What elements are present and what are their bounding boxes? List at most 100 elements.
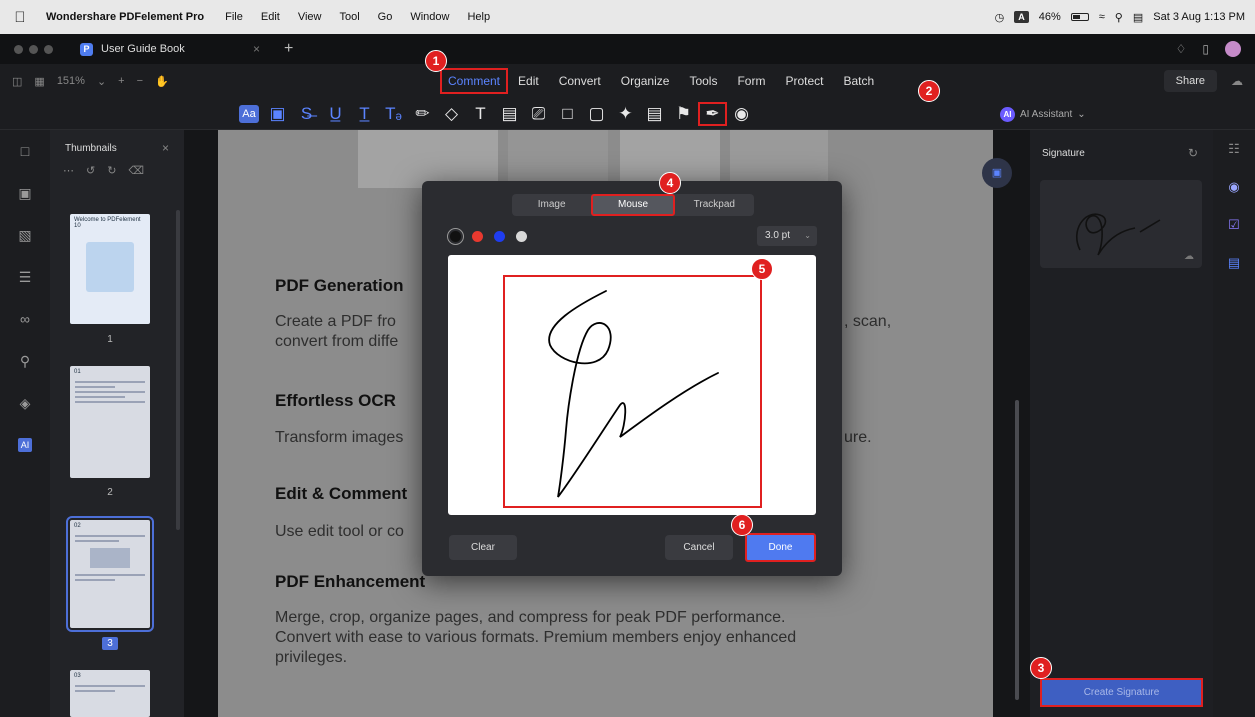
tab-form[interactable]: Form [727,68,775,94]
time-machine-icon[interactable]: ◷ [995,11,1005,24]
tab-organize[interactable]: Organize [611,68,680,94]
text-icon[interactable]: T [466,102,495,126]
stamp-icon[interactable]: ⚑ [669,102,698,126]
device-icon[interactable]: ▯ [1202,42,1209,56]
cancel-button[interactable]: Cancel [665,535,733,560]
eye-icon[interactable]: ◉ [727,102,756,126]
zoom-value[interactable]: 151% [57,75,85,87]
more-icon[interactable]: ⋯ [63,164,74,177]
control-center-icon[interactable]: ▤ [1133,11,1143,24]
zoom-dropdown-icon[interactable]: ⌄ [97,75,106,88]
search-icon[interactable]: ⚲ [0,340,50,382]
strikethrough-icon[interactable]: S̶ [292,102,321,126]
app-menu[interactable]: Wondershare PDFelement Pro [40,11,216,23]
tab-batch[interactable]: Batch [833,68,884,94]
file-check-icon[interactable]: ☑ [1213,206,1255,244]
thumbnail-page-1[interactable]: Welcome to PDFelement 10 [70,214,150,324]
shape-icon[interactable]: ▢ [582,102,611,126]
area-icon[interactable]: ▣ [263,102,292,126]
tab-tools[interactable]: Tools [679,68,727,94]
share-button[interactable]: Share [1163,70,1217,92]
menu-edit[interactable]: Edit [252,11,289,23]
done-button[interactable]: Done [745,533,816,562]
document-tab[interactable]: P User Guide Book × [70,34,270,64]
apple-icon[interactable]:  [0,9,40,26]
color-red[interactable] [472,231,483,242]
rotate-right-icon[interactable]: ↻ [107,164,116,177]
translate-icon[interactable]: ▤ [1213,244,1255,282]
menu-window[interactable]: Window [401,11,458,23]
tab-convert[interactable]: Convert [549,68,611,94]
pen-size-select[interactable]: 3.0 pt ⌄ [757,226,817,246]
color-blue[interactable] [494,231,505,242]
close-icon[interactable]: × [162,141,169,155]
panel-toggle-icon[interactable]: ◫ [12,75,22,88]
spotlight-icon[interactable]: ⚲ [1115,11,1123,24]
tab-comment[interactable]: Comment [440,68,509,94]
thumbnails-scrollbar[interactable] [176,210,180,530]
attachment-icon[interactable]: ∞ [0,298,50,340]
tab-image[interactable]: Image [512,194,591,216]
menu-file[interactable]: File [216,11,252,23]
floating-tool-icon[interactable]: ▣ [982,158,1012,188]
menu-help[interactable]: Help [458,11,499,23]
close-tab-icon[interactable]: × [253,42,260,56]
rotate-left-icon[interactable]: ↺ [86,164,95,177]
chat-icon[interactable]: ◉ [1213,168,1255,206]
battery-icon[interactable] [1070,13,1089,21]
clear-button[interactable]: Clear [449,535,517,560]
input-source-icon[interactable]: A [1014,11,1029,23]
thumbnails-icon[interactable]: □ [0,130,50,172]
pin-icon[interactable]: ✦ [611,102,640,126]
tab-mouse[interactable]: Mouse [591,194,675,216]
refresh-icon[interactable]: ↻ [1188,146,1198,160]
pages-icon[interactable]: ☰ [0,256,50,298]
replace-text-icon[interactable]: Tₔ [379,102,408,126]
comment-icon[interactable]: ▣ [0,172,50,214]
ai-assistant-button[interactable]: AI AI Assistant ⌄ [1000,107,1086,122]
menu-go[interactable]: Go [369,11,402,23]
thumbnail-page-3[interactable]: 02 [66,516,154,632]
left-sidebar-rail: □ ▣ ▧ ☰ ∞ ⚲ ◈ AI [0,130,50,717]
zoom-out-icon[interactable]: − [137,75,143,87]
bell-icon[interactable]: ♢ [1176,42,1187,56]
thumbnail-page-2[interactable]: 01 [70,366,150,478]
menu-view[interactable]: View [289,11,331,23]
thumbnail-title: Welcome to PDFelement 10 [74,217,141,229]
highlight-icon[interactable]: ✏ [408,102,437,126]
hand-tool-icon[interactable]: ✋ [155,75,169,88]
insert-text-icon[interactable]: T̲ [350,102,379,126]
measure-icon[interactable]: ▤ [640,102,669,126]
color-white[interactable] [516,231,527,242]
window-controls[interactable] [0,44,70,54]
note-icon[interactable]: □ [553,102,582,126]
layout-icon[interactable]: ▦ [34,75,44,88]
tab-protect[interactable]: Protect [775,68,833,94]
create-signature-button[interactable]: Create Signature [1040,678,1203,707]
document-scrollbar[interactable] [1015,400,1019,700]
wifi-icon[interactable]: ≈ [1099,11,1105,23]
textbox-icon[interactable]: ▤ [495,102,524,126]
properties-icon[interactable]: ☷ [1213,130,1255,168]
color-black[interactable] [450,231,461,242]
tab-edit[interactable]: Edit [508,68,549,94]
tab-trackpad[interactable]: Trackpad [675,194,754,216]
layers-icon[interactable]: ◈ [0,382,50,424]
eraser-icon[interactable]: ◇ [437,102,466,126]
ai-icon[interactable]: AI [0,424,50,466]
delete-icon[interactable]: ⌫ [128,164,144,177]
signature-icon[interactable]: ✒ [698,102,727,126]
thumbnail-actions: ⋯ ↺ ↻ ⌫ [63,164,144,177]
new-tab-icon[interactable]: + [270,40,307,58]
clock[interactable]: Sat 3 Aug 1:13 PM [1153,11,1245,23]
text-box-icon[interactable]: Aa [239,105,259,123]
saved-signature[interactable]: ☁ [1040,180,1202,268]
avatar[interactable] [1225,41,1241,57]
cloud-icon[interactable]: ☁ [1231,74,1243,88]
bookmark-icon[interactable]: ▧ [0,214,50,256]
zoom-in-icon[interactable]: + [118,75,124,87]
callout-icon[interactable]: ⎚ [524,102,553,126]
thumbnail-page-4[interactable]: 03 [70,670,150,717]
underline-icon[interactable]: U̲ [321,102,350,126]
menu-tool[interactable]: Tool [330,11,368,23]
